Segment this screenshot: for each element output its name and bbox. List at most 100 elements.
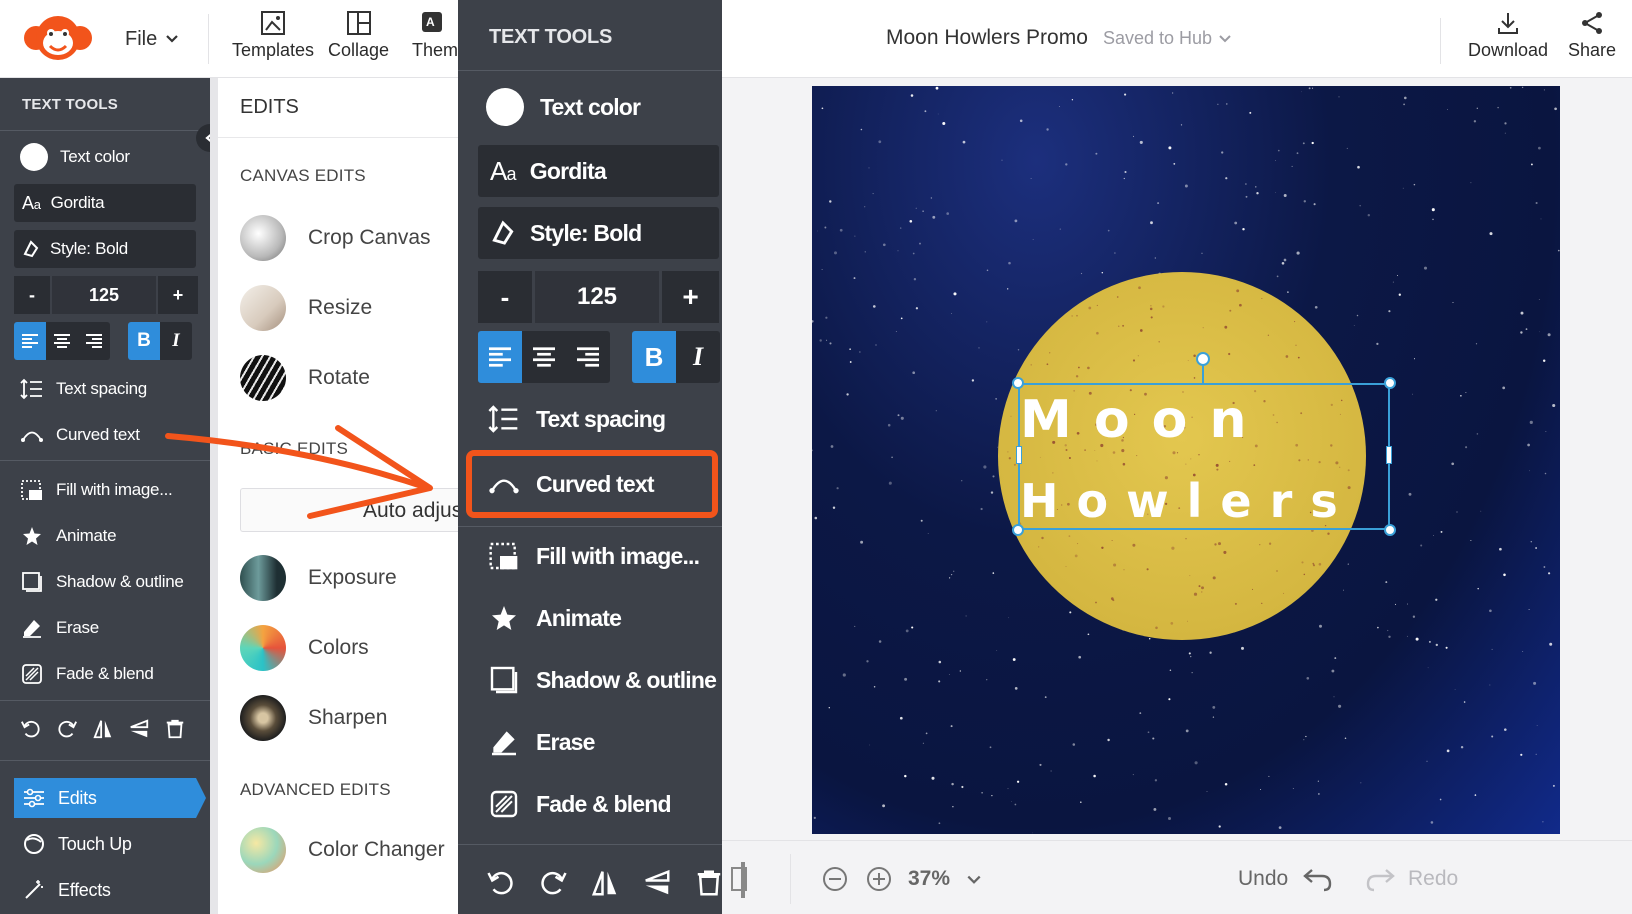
moon-speckle [1146,568,1149,571]
text-spacing-button[interactable]: Text spacing [20,373,147,405]
zoomed-curved-text-button[interactable]: Curved text [488,462,655,506]
trash-icon[interactable] [694,868,724,898]
fill-with-image-button[interactable]: Fill with image... [20,474,173,506]
nav-effects[interactable]: Effects [14,870,196,910]
zoomed-shadow-outline-button[interactable]: Shadow & outline [488,658,717,702]
zoomed-size-value[interactable]: 125 [535,271,659,323]
rotate-right-icon[interactable] [538,868,568,898]
star [1489,609,1492,613]
size-decrease-button[interactable]: - [14,276,50,314]
bold-button[interactable]: B [128,322,160,360]
nav-edits[interactable]: Edits [14,778,196,818]
zoomed-font-selector[interactable]: Aa Gordita [478,145,719,197]
resize-item[interactable]: Resize [240,284,372,332]
collage-button[interactable]: Collage [328,10,389,61]
document-title[interactable]: Moon Howlers Promo [886,26,1088,50]
exposure-item[interactable]: Exposure [240,554,397,602]
undo-label[interactable]: Undo [1238,867,1288,891]
zoomed-animate-button[interactable]: Animate [488,596,622,640]
undo-icon[interactable] [1302,864,1334,894]
nav-touch-up[interactable]: Touch Up [14,824,196,864]
rotate-left-icon[interactable] [486,868,516,898]
flip-vertical-icon[interactable] [642,868,672,898]
resize-handle-top-left[interactable] [1012,377,1024,389]
zoom-in-icon[interactable] [866,866,892,892]
zoomed-text-spacing-button[interactable]: Text spacing [488,397,666,441]
layers-panel-icon[interactable] [730,862,756,898]
star [1268,775,1270,777]
curved-text-icon [21,431,43,442]
sharpen-item[interactable]: Sharpen [240,694,387,742]
resize-handle-top-right[interactable] [1384,377,1396,389]
italic-button[interactable]: I [160,322,192,360]
rotate-handle[interactable] [1196,352,1210,366]
align-left-button[interactable] [14,322,46,360]
shadow-outline-button[interactable]: Shadow & outline [20,566,184,598]
font-size-stepper[interactable]: - 125 + [14,276,198,314]
crop-canvas-item[interactable]: Crop Canvas [240,214,431,262]
size-increase-button[interactable]: + [158,276,198,314]
trash-icon[interactable] [164,718,186,740]
star [1212,716,1215,718]
color-changer-item[interactable]: Color Changer [240,826,445,874]
templates-button[interactable]: Templates [232,10,314,61]
flip-vertical-icon[interactable] [128,718,150,740]
zoomed-align-left-button[interactable] [478,331,522,383]
font-selector[interactable]: Aa Gordita [14,184,196,222]
redo-icon[interactable] [1364,864,1396,894]
share-button[interactable]: Share [1568,10,1616,61]
zoomed-text-color-button[interactable]: Text color [486,85,641,129]
zoomed-align-center-button[interactable] [522,331,566,383]
download-button[interactable]: Download [1468,10,1548,61]
divider [458,526,722,527]
zoomed-size-increase-button[interactable]: + [662,271,719,323]
zoom-level[interactable]: 37% [908,867,950,891]
star [1543,566,1546,568]
star [830,445,834,448]
redo-label[interactable]: Redo [1408,867,1458,891]
star [895,330,897,332]
star [1017,349,1020,351]
text-color-button[interactable]: Text color [20,141,130,173]
animate-button[interactable]: Animate [20,520,117,552]
zoomed-style-selector[interactable]: Style: Bold [478,207,719,259]
zoomed-font-size-stepper[interactable]: - 125 + [478,271,719,323]
erase-button[interactable]: Erase [20,612,99,644]
text-line-moon[interactable]: M o o n [1020,390,1249,450]
star [1406,635,1408,637]
resize-handle-bottom-right[interactable] [1384,524,1396,536]
moon-speckle [1185,537,1187,540]
saved-status[interactable]: Saved to Hub [1103,28,1232,49]
rotate-right-icon[interactable] [56,718,78,740]
zoomed-fade-blend-button[interactable]: Fade & blend [488,782,672,826]
zoomed-fill-with-image-button[interactable]: Fill with image... [488,534,700,578]
themes-button[interactable]: A Themes [412,10,458,61]
size-value[interactable]: 125 [52,276,156,314]
zoomed-align-right-button[interactable] [566,331,610,383]
flip-horizontal-icon[interactable] [92,718,114,740]
star [1093,774,1096,778]
zoomed-erase-button[interactable]: Erase [488,720,595,764]
colors-item[interactable]: Colors [240,624,369,672]
curved-text-button[interactable]: Curved text [20,419,140,451]
star [935,86,939,90]
resize-label: Resize [308,296,373,319]
picmonkey-logo[interactable] [22,14,94,62]
zoomed-italic-button[interactable]: I [676,331,720,383]
zoom-out-icon[interactable] [822,866,848,892]
text-line-howlers[interactable]: H o w l e r s [1020,474,1339,528]
align-right-button[interactable] [78,322,110,360]
style-selector[interactable]: Style: Bold [14,230,196,268]
file-menu[interactable]: File [125,22,179,56]
fade-blend-button[interactable]: Fade & blend [20,658,154,690]
chevron-down-icon[interactable] [966,874,982,886]
star [1547,333,1551,337]
align-center-button[interactable] [46,322,78,360]
flip-horizontal-icon[interactable] [590,868,620,898]
rotate-left-icon[interactable] [20,718,42,740]
rotate-item[interactable]: Rotate [240,354,370,402]
star [1476,107,1478,109]
zoomed-bold-button[interactable]: B [632,331,676,383]
zoomed-size-decrease-button[interactable]: - [478,271,532,323]
resize-handle-right[interactable] [1386,446,1392,464]
